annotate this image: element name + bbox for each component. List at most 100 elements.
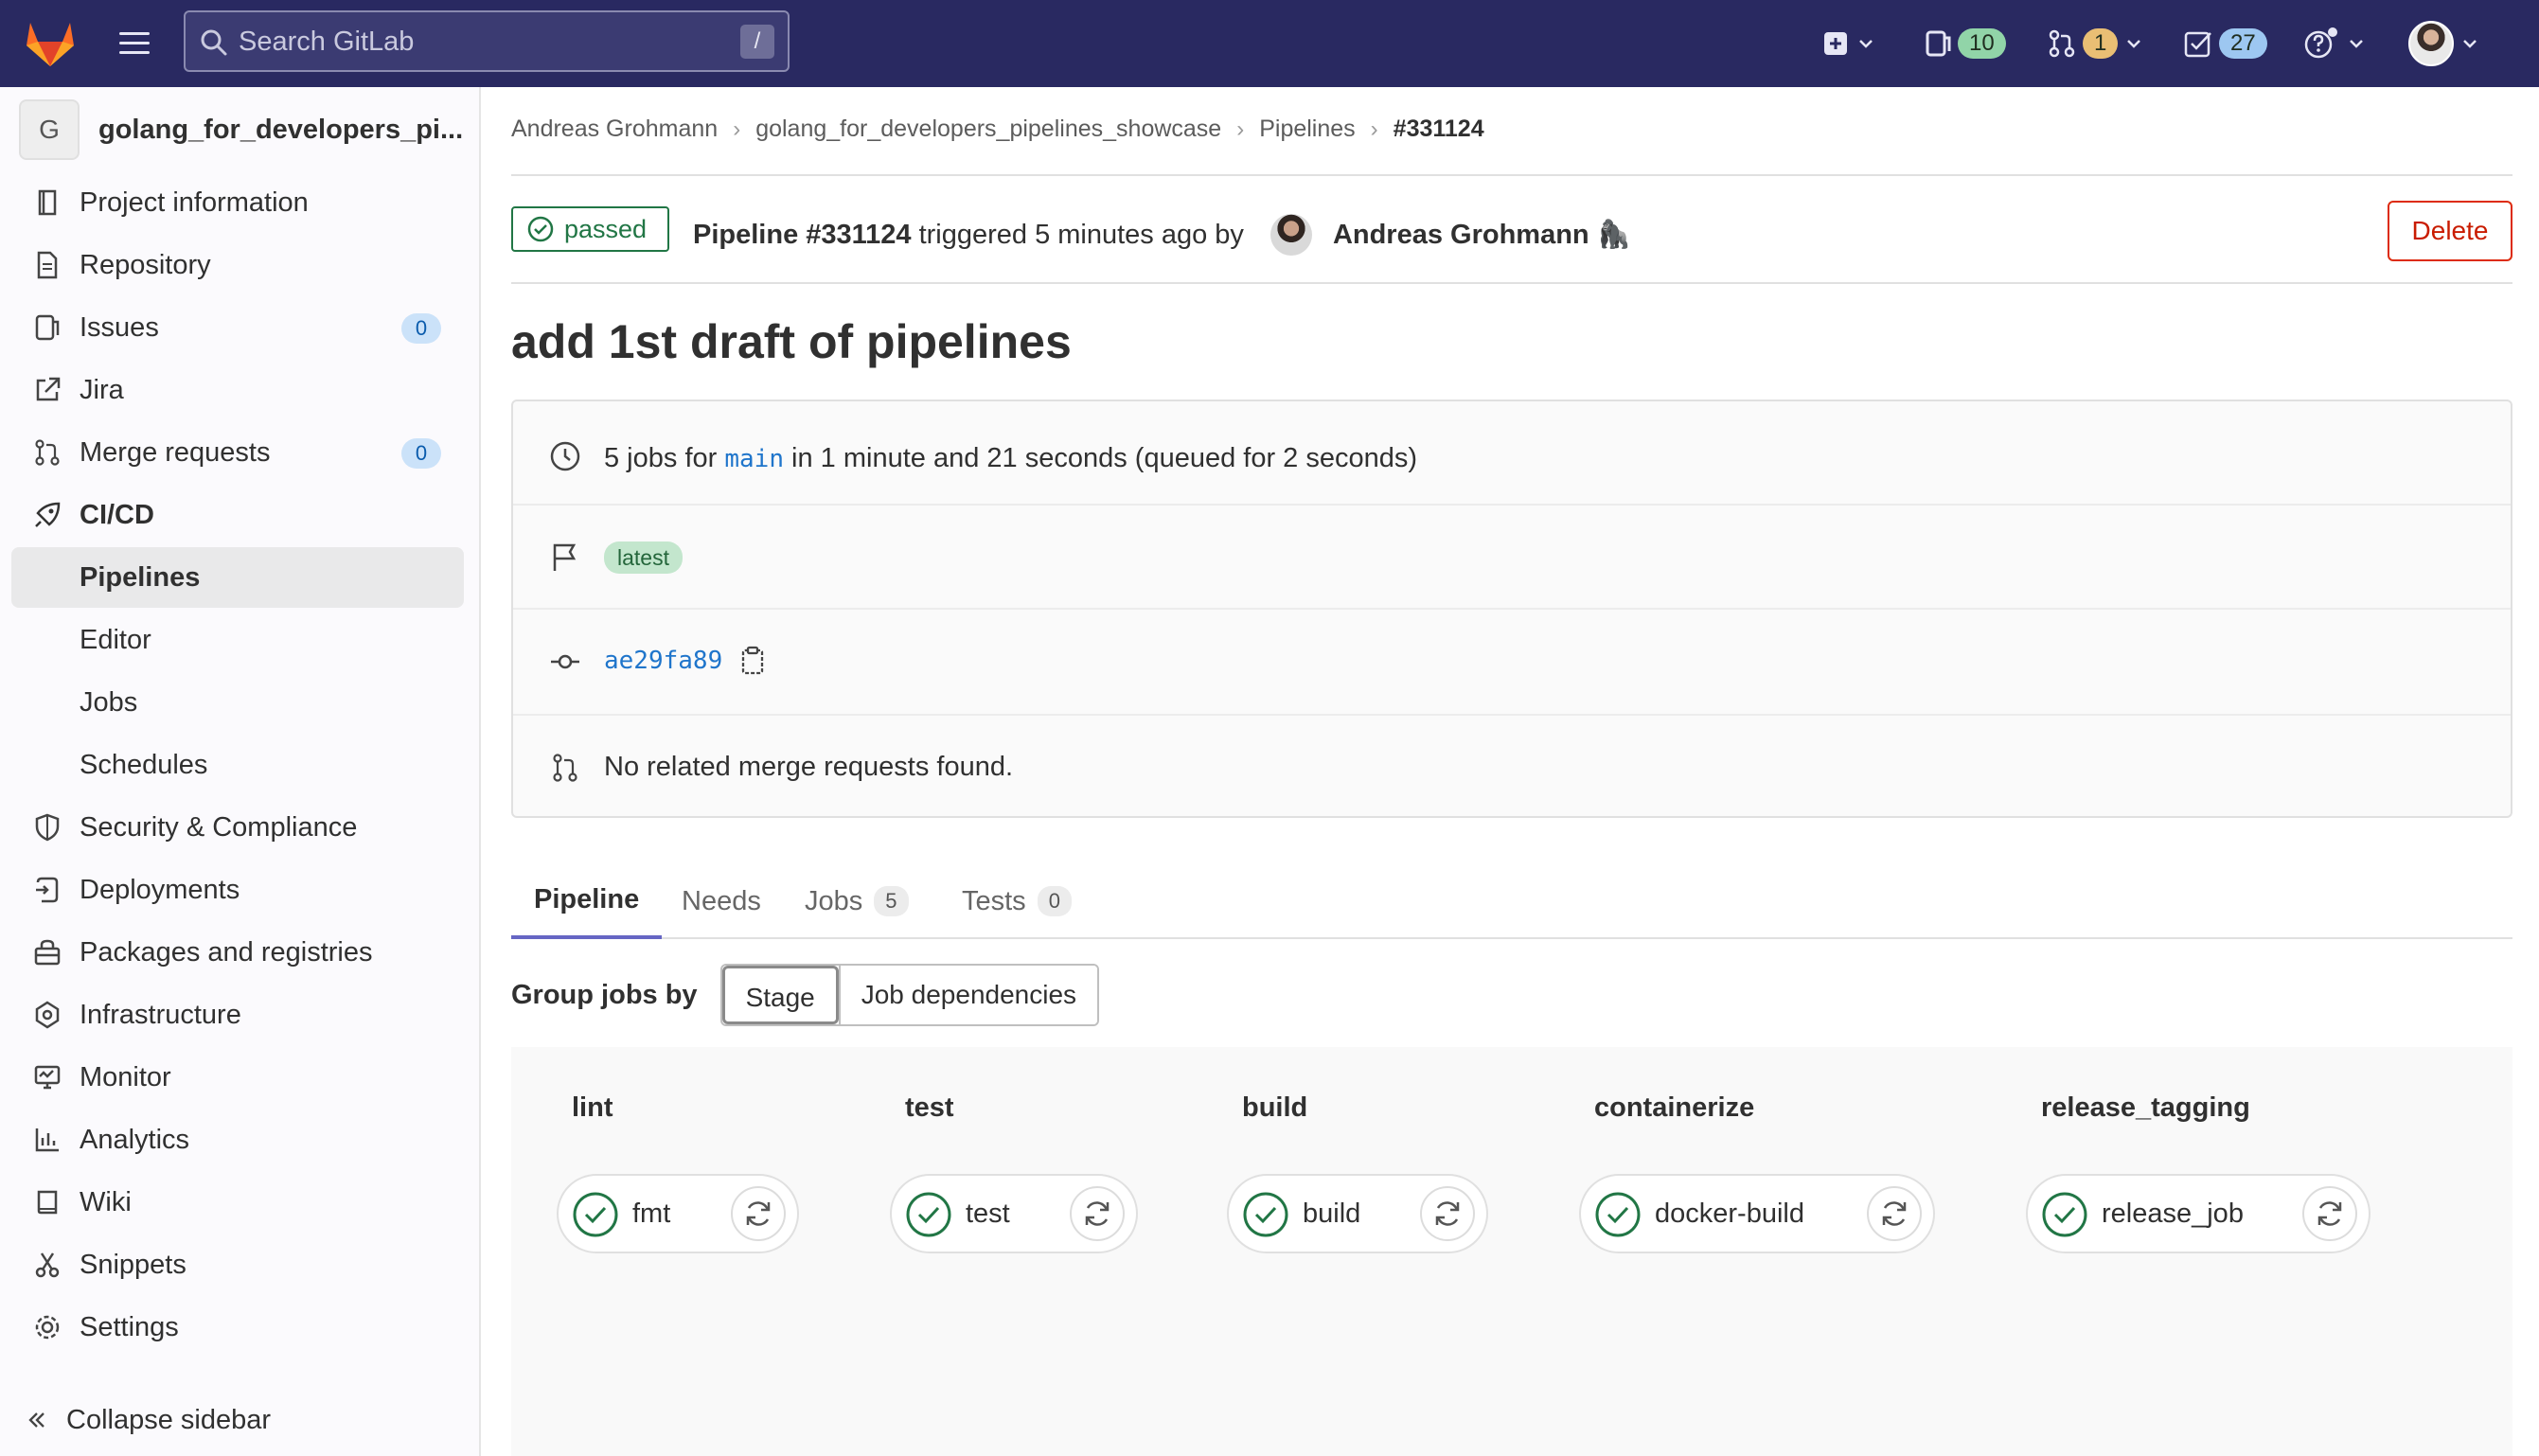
- stage-title: build: [1242, 1092, 1308, 1123]
- document-icon: [32, 250, 62, 280]
- tab-tests[interactable]: Tests 0: [962, 863, 1072, 939]
- job-name: fmt: [632, 1199, 671, 1229]
- shield-icon: [32, 812, 62, 843]
- sidebar-item-merge-requests[interactable]: Merge requests 0: [11, 422, 464, 483]
- todos-shortcut[interactable]: 27: [2183, 21, 2267, 66]
- gear-icon: [32, 1312, 62, 1342]
- sidebar-item-infrastructure[interactable]: Infrastructure: [11, 985, 464, 1045]
- gitlab-logo-icon[interactable]: [23, 17, 78, 68]
- retry-icon[interactable]: [1070, 1186, 1125, 1241]
- help-dropdown[interactable]: [2302, 21, 2367, 66]
- copy-clipboard-icon[interactable]: [739, 646, 766, 676]
- breadcrumb-item-pipelines[interactable]: Pipelines: [1259, 115, 1355, 143]
- group-by-stage-button[interactable]: Stage: [721, 966, 839, 1024]
- pipeline-tabs: Pipeline Needs Jobs 5 Tests 0: [511, 863, 2512, 939]
- job-name: release_job: [2102, 1199, 2244, 1229]
- tab-label: Pipeline: [534, 883, 640, 914]
- job-release-job[interactable]: release_job: [2026, 1174, 2370, 1253]
- flag-icon: [549, 542, 581, 574]
- job-docker-build[interactable]: docker-build: [1579, 1174, 1935, 1253]
- issues-icon: [1924, 28, 1952, 59]
- breadcrumb: Andreas Grohmann › golang_for_developers…: [511, 115, 1484, 143]
- breadcrumb-item-project[interactable]: golang_for_developers_pipelines_showcase: [755, 115, 1221, 143]
- search-input[interactable]: Search GitLab /: [184, 10, 790, 72]
- sidebar-item-cicd[interactable]: CI/CD: [11, 485, 464, 545]
- chevron-right-icon: ›: [1370, 115, 1378, 142]
- stage-title: test: [905, 1092, 954, 1123]
- author-emoji: 🦍: [1596, 220, 1631, 250]
- retry-icon[interactable]: [1420, 1186, 1475, 1241]
- sidebar-item-label: Jobs: [80, 686, 138, 718]
- chevron-down-icon: [2123, 33, 2144, 54]
- stage-title: release_tagging: [2041, 1092, 2250, 1123]
- breadcrumb-item-user[interactable]: Andreas Grohmann: [511, 115, 718, 143]
- jobs-prefix: 5 jobs for: [604, 443, 718, 473]
- hamburger-menu-icon[interactable]: [114, 25, 155, 62]
- sidebar-item-pipelines[interactable]: Pipelines: [11, 547, 464, 608]
- tab-label: Needs: [682, 885, 761, 916]
- latest-badge: latest: [604, 542, 683, 574]
- tab-jobs[interactable]: Jobs 5: [805, 863, 909, 939]
- tab-pipeline[interactable]: Pipeline: [511, 863, 663, 939]
- tab-label: Jobs: [805, 885, 863, 916]
- chevron-down-icon: [2459, 33, 2480, 54]
- sidebar-project-header[interactable]: G golang_for_developers_pi...: [19, 98, 463, 161]
- branch-link[interactable]: main: [724, 445, 784, 473]
- search-shortcut-key: /: [740, 25, 774, 59]
- plus-square-icon: [1821, 29, 1850, 58]
- sidebar-item-schedules[interactable]: Schedules: [11, 735, 464, 795]
- sidebar-item-issues[interactable]: Issues 0: [11, 297, 464, 358]
- author-name[interactable]: Andreas Grohmann: [1333, 220, 1589, 251]
- group-by-dependencies-button[interactable]: Job dependencies: [838, 966, 1098, 1024]
- job-test[interactable]: test: [890, 1174, 1138, 1253]
- sidebar-item-settings[interactable]: Settings: [11, 1297, 464, 1358]
- sidebar-item-monitor[interactable]: Monitor: [11, 1047, 464, 1108]
- retry-icon[interactable]: [731, 1186, 786, 1241]
- no-merge-requests-text: No related merge requests found.: [604, 752, 1014, 782]
- status-badge[interactable]: passed: [511, 206, 670, 252]
- tests-count-badge: 0: [1037, 886, 1072, 916]
- tag-container: latest: [604, 542, 683, 574]
- top-navbar: Search GitLab / 10 1 27: [0, 0, 2539, 87]
- merge-requests-shortcut[interactable]: 1: [2047, 21, 2144, 66]
- search-icon: [199, 27, 229, 58]
- main-content: Andreas Grohmann › golang_for_developers…: [511, 87, 2512, 1456]
- package-icon: [32, 937, 62, 968]
- sidebar-item-wiki[interactable]: Wiki: [11, 1172, 464, 1233]
- sidebar-item-packages-registries[interactable]: Packages and registries: [11, 922, 464, 983]
- sidebar-item-deployments[interactable]: Deployments: [11, 860, 464, 920]
- pipeline-graph: lint test build containerize release_tag…: [511, 1047, 2512, 1456]
- commit-icon: [549, 646, 581, 678]
- collapse-sidebar-button[interactable]: Collapse sidebar: [25, 1397, 271, 1443]
- stage-title: lint: [572, 1092, 613, 1123]
- sidebar-item-repository[interactable]: Repository: [11, 235, 464, 295]
- breadcrumb-item-current[interactable]: #331124: [1394, 115, 1484, 143]
- issues-icon: [32, 312, 62, 343]
- sidebar-item-analytics[interactable]: Analytics: [11, 1110, 464, 1170]
- group-jobs-label: Group jobs by: [511, 979, 698, 1010]
- retry-icon[interactable]: [2302, 1186, 2357, 1241]
- sidebar-item-editor[interactable]: Editor: [11, 610, 464, 670]
- tab-needs[interactable]: Needs: [682, 863, 761, 939]
- sidebar-item-snippets[interactable]: Snippets: [11, 1234, 464, 1295]
- sidebar-item-label: Issues: [80, 311, 159, 343]
- commit-sha-link[interactable]: ae29fa89: [604, 647, 722, 675]
- issues-shortcut[interactable]: 10: [1924, 21, 2006, 66]
- job-fmt[interactable]: fmt: [557, 1174, 799, 1253]
- sidebar-item-security-compliance[interactable]: Security & Compliance: [11, 797, 464, 858]
- sidebar-item-jira[interactable]: Jira: [11, 360, 464, 420]
- author-avatar[interactable]: [1270, 214, 1312, 256]
- sidebar-item-label: Settings: [80, 1311, 179, 1342]
- new-item-dropdown[interactable]: [1821, 21, 1876, 66]
- sidebar-item-jobs[interactable]: Jobs: [11, 672, 464, 733]
- jobs-duration-text: 5 jobs for main in 1 minute and 21 secon…: [604, 443, 1417, 474]
- sidebar-item-project-information[interactable]: Project information: [11, 172, 464, 233]
- collapse-sidebar-label: Collapse sidebar: [66, 1404, 272, 1435]
- project-avatar: G: [19, 99, 80, 160]
- retry-icon[interactable]: [1867, 1186, 1922, 1241]
- user-menu[interactable]: [2408, 21, 2480, 66]
- divider: [513, 608, 2511, 610]
- delete-button[interactable]: Delete: [2388, 201, 2512, 261]
- job-build[interactable]: build: [1227, 1174, 1488, 1253]
- tags-row: latest: [513, 515, 2511, 600]
